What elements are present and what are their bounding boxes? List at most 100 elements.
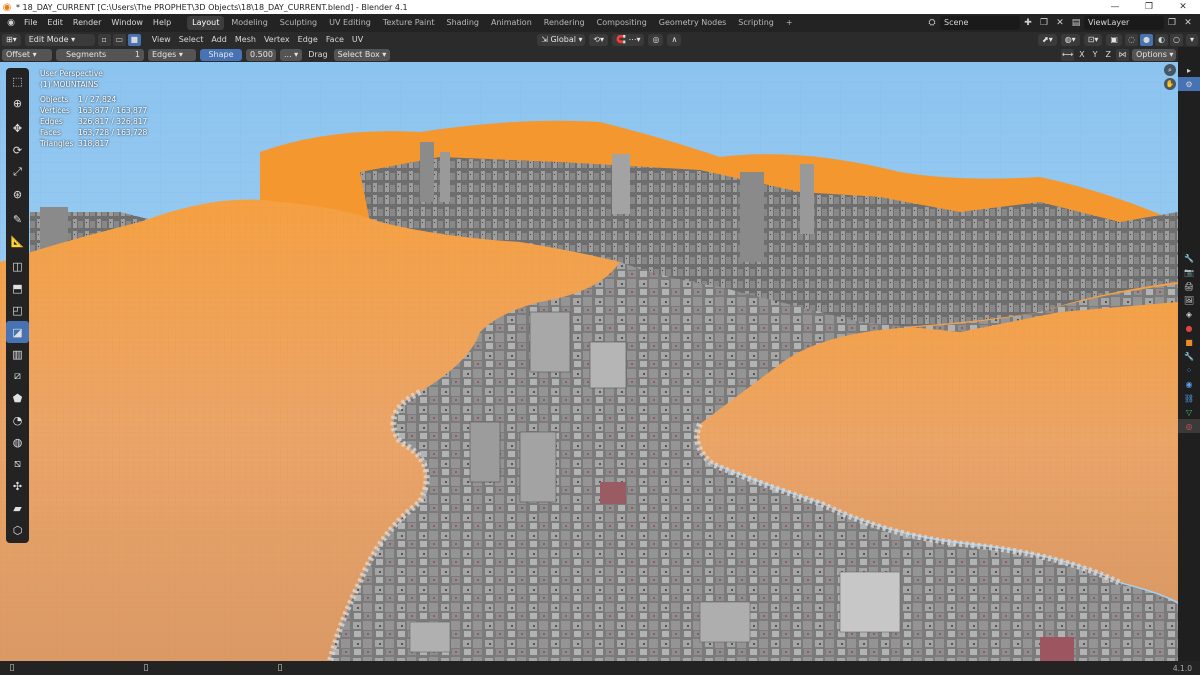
menu-face[interactable]: Face	[322, 35, 348, 44]
gizmo-toggle-dropdown[interactable]: ⬈▾	[1037, 33, 1057, 46]
scale-tool-icon[interactable]: ⤢	[6, 161, 29, 183]
duplicate-layer-icon[interactable]: ❐	[1164, 16, 1180, 30]
object-properties-icon[interactable]: ■	[1178, 335, 1200, 349]
tab-uv-editing[interactable]: UV Editing	[324, 16, 376, 30]
close-scene-icon[interactable]: ✕	[1052, 16, 1068, 30]
rotate-tool-icon[interactable]: ⟳	[6, 139, 29, 161]
constraints-properties-icon[interactable]: ⛓	[1178, 391, 1200, 405]
knife-tool-icon[interactable]: ⧄	[6, 365, 29, 387]
minimize-button[interactable]: —	[1098, 2, 1132, 12]
scene-selector[interactable]: Scene	[940, 16, 1020, 30]
shape-value-field[interactable]: 0.500	[246, 48, 276, 61]
shape-field[interactable]: Shape	[200, 48, 242, 61]
bevel-tool-icon[interactable]: ◪	[6, 321, 29, 343]
tool-tab-icon[interactable]: ⚙	[1178, 77, 1200, 91]
pin-icon[interactable]: ✚	[1020, 16, 1036, 30]
inset-tool-icon[interactable]: ◰	[6, 299, 29, 321]
shading-wireframe-icon[interactable]: ◌	[1124, 33, 1138, 46]
affect-dropdown[interactable]: Edges ▾	[148, 48, 196, 61]
axis-y-toggle[interactable]: Y	[1089, 50, 1102, 59]
pan-hand-icon[interactable]: ✋	[1164, 78, 1176, 90]
world-properties-icon[interactable]: ●	[1178, 321, 1200, 335]
blender-menu-icon[interactable]: ◉	[3, 16, 19, 30]
bevel-offset-dropdown[interactable]: Offset ▾	[2, 48, 52, 61]
options-dropdown[interactable]: Options ▾	[1132, 48, 1176, 61]
shading-material-icon[interactable]: ◐	[1154, 33, 1168, 46]
pivot-dropdown[interactable]: ⟲▾	[589, 33, 608, 46]
annotate-tool-icon[interactable]: ✎	[6, 208, 29, 230]
menu-add[interactable]: Add	[207, 35, 231, 44]
smooth-tool-icon[interactable]: ◍	[6, 431, 29, 453]
measure-tool-icon[interactable]: 📐	[6, 230, 29, 252]
zoom-icon[interactable]: ⌕	[1164, 64, 1176, 76]
shear-tool-icon[interactable]: ▰	[6, 497, 29, 519]
segments-field[interactable]: Segments 1	[56, 48, 144, 61]
tool-properties-icon[interactable]: 🔧	[1178, 251, 1200, 265]
overlay-dropdown[interactable]: ◍▾	[1060, 33, 1080, 46]
rip-tool-icon[interactable]: ⬡	[6, 519, 29, 541]
viewport-scene[interactable]	[0, 62, 1178, 661]
tab-compositing[interactable]: Compositing	[592, 16, 652, 30]
edge-slide-tool-icon[interactable]: ⧅	[6, 453, 29, 475]
tab-sculpting[interactable]: Sculpting	[275, 16, 322, 30]
edge-select-icon[interactable]: ▭	[112, 33, 126, 46]
tab-shading[interactable]: Shading	[441, 16, 484, 30]
maximize-button[interactable]: ❐	[1132, 2, 1166, 12]
spin-tool-icon[interactable]: ◔	[6, 409, 29, 431]
menu-edge[interactable]: Edge	[294, 35, 322, 44]
transform-orientation-dropdown[interactable]: ⇲ Global ▾	[537, 33, 586, 46]
menu-window[interactable]: Window	[106, 14, 148, 32]
scene-properties-icon[interactable]: ◈	[1178, 307, 1200, 321]
axis-x-toggle[interactable]: X	[1075, 50, 1088, 59]
modifier-properties-icon[interactable]: 🔧	[1178, 349, 1200, 363]
xray-toggle-icon[interactable]: ▣	[1106, 33, 1122, 46]
view-layer-icon[interactable]: ▤	[1068, 16, 1084, 30]
falloff-icon[interactable]: ∧	[667, 33, 682, 46]
cursor-tool-icon[interactable]: ⊕	[6, 92, 29, 114]
shrink-fatten-tool-icon[interactable]: ✣	[6, 475, 29, 497]
shading-solid-icon[interactable]: ●	[1139, 33, 1153, 46]
duplicate-scene-icon[interactable]: ❐	[1036, 16, 1052, 30]
physics-properties-icon[interactable]: ◉	[1178, 377, 1200, 391]
data-properties-icon[interactable]: ▽	[1178, 405, 1200, 419]
output-properties-icon[interactable]: 🖨	[1178, 279, 1200, 293]
add-cube-tool-icon[interactable]: ◫	[6, 255, 29, 277]
shading-rendered-icon[interactable]: ○	[1169, 33, 1183, 46]
menu-edit[interactable]: Edit	[42, 14, 68, 32]
view-layer-selector[interactable]: ViewLayer	[1084, 16, 1164, 30]
tab-scripting[interactable]: Scripting	[733, 16, 779, 30]
close-button[interactable]: ✕	[1166, 2, 1200, 12]
tab-geometry-nodes[interactable]: Geometry Nodes	[654, 16, 731, 30]
loop-cut-tool-icon[interactable]: ▥	[6, 343, 29, 365]
menu-select[interactable]: Select	[175, 35, 208, 44]
mode-dropdown[interactable]: Edit Mode ▾	[24, 33, 95, 46]
select-box-dropdown[interactable]: Select Box ▾	[333, 48, 391, 61]
menu-view[interactable]: View	[148, 35, 175, 44]
view-layer-properties-icon[interactable]: 🖼	[1178, 293, 1200, 307]
tab-animation[interactable]: Animation	[486, 16, 537, 30]
material-properties-icon[interactable]: ◎	[1178, 419, 1200, 433]
extrude-tool-icon[interactable]: ⬒	[6, 277, 29, 299]
editor-type-dropdown[interactable]: ⊞▾	[2, 33, 21, 46]
3d-viewport[interactable]: User Perspective (1) MOUNTAINS Objects 1 …	[0, 62, 1178, 661]
transform-tool-icon[interactable]: ⊛	[6, 183, 29, 205]
face-select-icon[interactable]: ■	[127, 33, 141, 46]
auto-merge-icon[interactable]: ⋈	[1116, 48, 1129, 61]
select-box-tool-icon[interactable]: ⬚	[6, 70, 29, 92]
render-properties-icon[interactable]: 📷	[1178, 265, 1200, 279]
shading-options-dropdown[interactable]: ▾	[1185, 33, 1198, 46]
snap-dropdown[interactable]: 🧲 ⋯▾	[611, 33, 645, 46]
menu-file[interactable]: File	[19, 14, 42, 32]
menu-render[interactable]: Render	[68, 14, 106, 32]
poly-build-tool-icon[interactable]: ⬟	[6, 387, 29, 409]
scene-icon[interactable]: ⛭	[924, 16, 940, 30]
proportional-edit-icon[interactable]: ◎	[648, 33, 664, 46]
particles-properties-icon[interactable]: ⁘	[1178, 363, 1200, 377]
more-options-dropdown[interactable]: ... ▾	[280, 48, 303, 61]
move-tool-icon[interactable]: ✥	[6, 117, 29, 139]
tab-layout[interactable]: Layout	[187, 16, 225, 30]
mesh-overlay-dropdown[interactable]: ⊡▾	[1083, 33, 1103, 46]
menu-mesh[interactable]: Mesh	[231, 35, 260, 44]
tab-modeling[interactable]: Modeling	[226, 16, 272, 30]
tab-rendering[interactable]: Rendering	[539, 16, 590, 30]
